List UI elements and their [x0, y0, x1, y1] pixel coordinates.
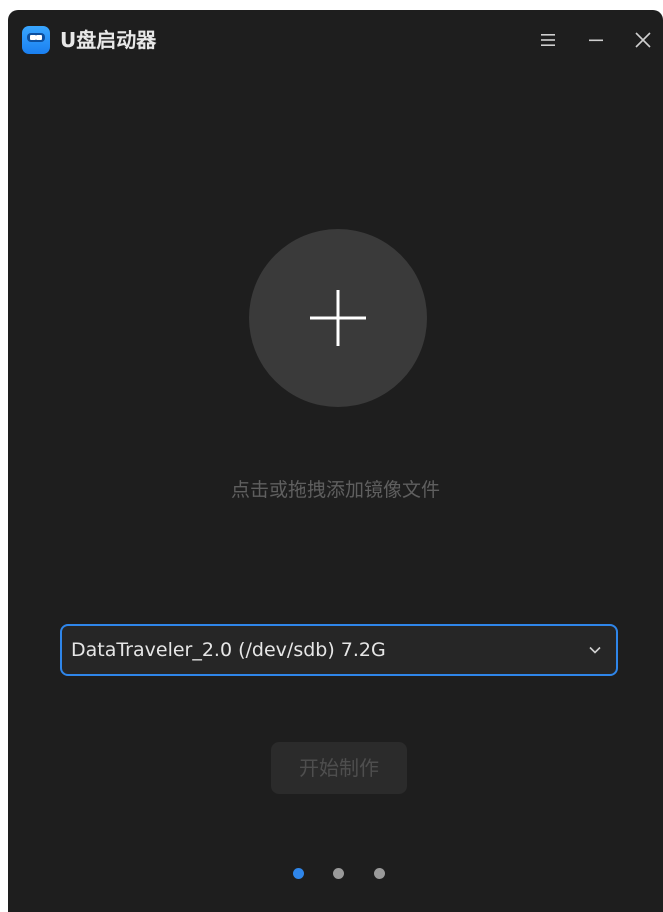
device-select-value: DataTraveler_2.0 (/dev/sdb) 7.2G — [71, 639, 386, 661]
start-button[interactable]: 开始制作 — [271, 742, 407, 794]
drop-hint-text: 点击或拖拽添加镜像文件 — [230, 479, 440, 501]
page-indicator — [8, 868, 663, 880]
menu-button[interactable] — [530, 22, 566, 58]
close-button[interactable] — [625, 22, 661, 58]
plus-icon — [310, 290, 366, 346]
minimize-button[interactable] — [578, 22, 614, 58]
title-bar: U盘启动器 — [8, 10, 663, 70]
window-title: U盘启动器 — [60, 28, 157, 52]
app-logo-icon — [22, 26, 50, 54]
close-icon — [635, 32, 651, 48]
page-dot-1[interactable] — [293, 868, 304, 879]
page-dot-2[interactable] — [333, 868, 344, 879]
minimize-icon — [589, 39, 603, 42]
hamburger-menu-icon — [541, 34, 555, 46]
page-dot-3[interactable] — [374, 868, 385, 879]
device-select[interactable]: DataTraveler_2.0 (/dev/sdb) 7.2G — [60, 624, 618, 676]
chevron-down-icon — [589, 646, 601, 654]
add-image-button[interactable] — [249, 229, 427, 407]
app-window: U盘启动器 点击或拖拽添加镜像文件 DataTraveler_2.0 (/dev… — [8, 10, 663, 912]
